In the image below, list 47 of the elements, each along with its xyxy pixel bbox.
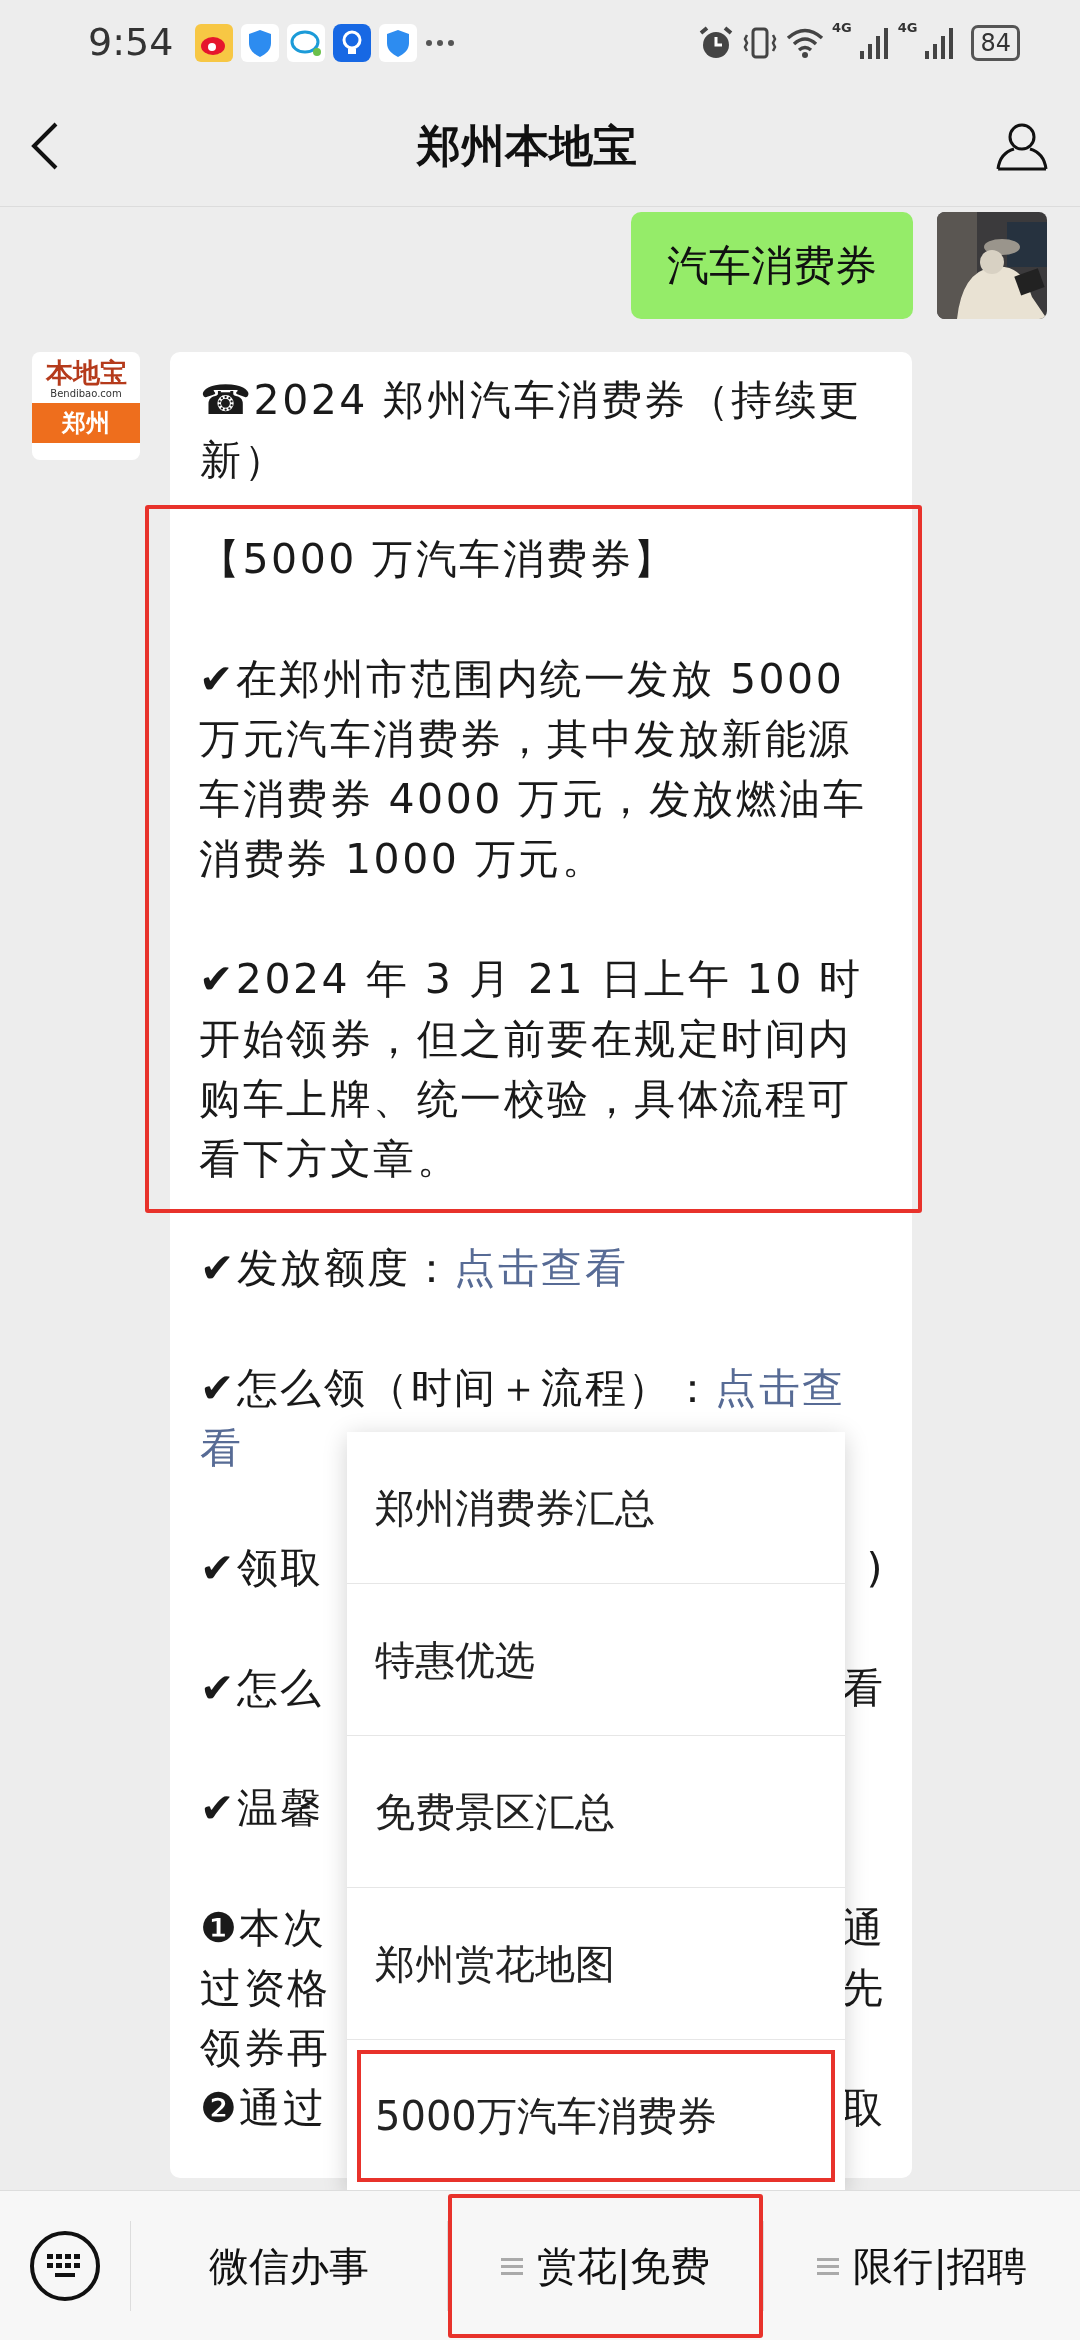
text-fragment: 过资格 xyxy=(200,1963,331,2014)
chat-title: 郑州本地宝 xyxy=(417,118,637,173)
text-link[interactable]: 看 xyxy=(200,1424,244,1472)
text-fragment: ✔怎么 xyxy=(200,1663,324,1714)
signal-icon xyxy=(859,26,890,59)
alarm-icon xyxy=(698,24,734,61)
message-heading: 【5000 万汽车消费券】 xyxy=(199,534,678,585)
menu-icon xyxy=(500,2255,523,2276)
back-icon[interactable] xyxy=(30,121,60,170)
text-fragment: ✔领取 xyxy=(200,1543,324,1594)
message-paragraph: ✔在郑州市范围内统一发放 5000 万元汽车消费券，其中发放新能源车消费券 4000 万元，发放燃油车消费券 1000 万元。 xyxy=(199,654,868,885)
message-title: ☎2024 郑州汽车消费券（持续更新） xyxy=(200,375,863,486)
shield-icon xyxy=(379,23,418,62)
menu-tab[interactable]: 赏花|免费 xyxy=(447,2193,764,2338)
text-link[interactable]: 点击查看 xyxy=(454,1244,629,1292)
logo-text: 郑州 xyxy=(32,402,140,443)
more-icon xyxy=(425,37,456,48)
message-bubble: 汽车消费券 xyxy=(631,212,913,319)
menu-icon xyxy=(817,2255,840,2276)
text-fragment: ) xyxy=(866,1543,885,1594)
eye-app-icon xyxy=(195,23,234,62)
message-paragraph: ✔2024 年 3 月 21 日上午 10 时开始领券，但之前要在规定时间内购车上牌、统一校验，具体流程可看下方文章。 xyxy=(199,954,864,1185)
text-fragment: ❷通过 xyxy=(200,2083,327,2134)
status-time: 9:54 xyxy=(88,19,174,66)
message-line: ✔发放额度：点击查看 xyxy=(200,1243,630,1294)
text-fragment: ✔温馨 xyxy=(200,1783,324,1834)
logo-text: Bendibao.com xyxy=(49,387,123,399)
menu-item[interactable]: 郑州消费券汇总 xyxy=(347,1432,845,1584)
menu-item[interactable]: 5000万汽车消费券 xyxy=(347,2040,845,2192)
signal-icon xyxy=(925,26,956,59)
battery-indicator: 84 xyxy=(971,24,1020,61)
shield-icon xyxy=(241,23,280,62)
text-fragment: ❶本次 xyxy=(200,1903,327,1954)
menu-tab[interactable]: 微信办事 xyxy=(131,2193,447,2338)
network-label: 4G xyxy=(832,19,852,37)
text-fragment: 领券再 xyxy=(200,2023,331,2074)
network-label: 4G xyxy=(897,19,918,37)
menu-item[interactable]: 郑州赏花地图 xyxy=(347,1888,845,2040)
menu-tab[interactable]: 限行|招聘 xyxy=(764,2193,1080,2338)
menu-item[interactable]: 免费景区汇总 xyxy=(347,1736,845,1888)
chat-icon xyxy=(287,23,326,62)
keyboard-icon[interactable] xyxy=(29,2229,101,2302)
menu-item[interactable]: 特惠优选 xyxy=(347,1584,845,1736)
wifi-icon xyxy=(786,26,824,59)
bulb-icon xyxy=(333,23,372,62)
logo-text: 本地宝 xyxy=(44,358,128,388)
text-link[interactable]: 点击查 xyxy=(715,1364,846,1412)
